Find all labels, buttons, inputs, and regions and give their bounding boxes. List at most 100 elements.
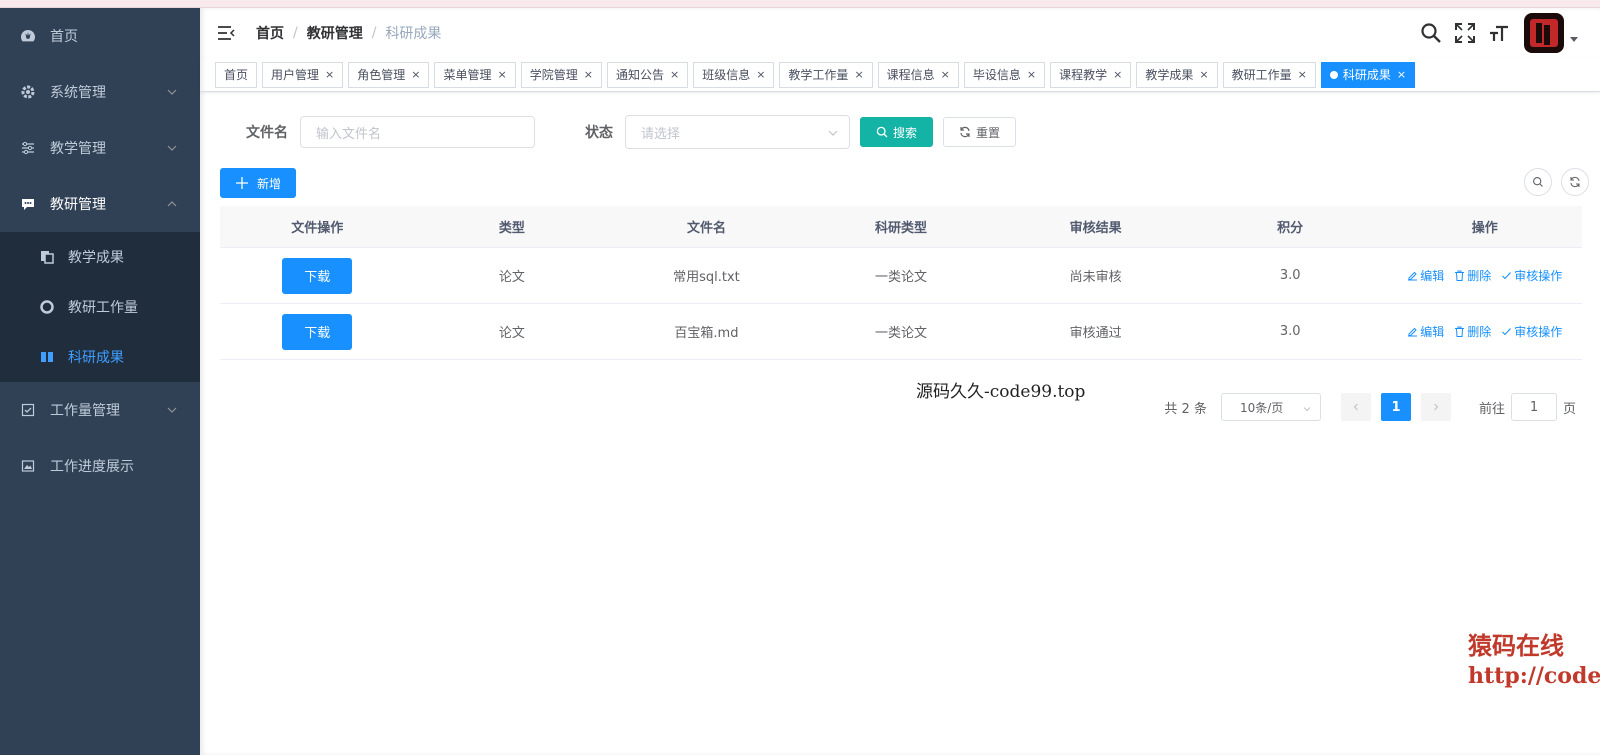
caret-down-icon[interactable] [1570,36,1578,42]
add-button[interactable]: 新增 [220,168,297,198]
tag-home[interactable]: 首页 [215,61,258,88]
table-row: 下载 论文 百宝箱.md 一类论文 审核通过 3.0 编辑 删除 审核操作 [220,304,1582,360]
avatar[interactable] [1524,13,1564,53]
edit-icon [1407,326,1418,337]
tag-user-management[interactable]: 用户管理 × [262,61,344,88]
image-icon [20,458,36,474]
next-page-button[interactable] [1420,393,1451,421]
sidebar-item-teaching[interactable]: 教学管理 [0,120,200,176]
refresh-table-button[interactable] [1561,168,1589,196]
watermark-center: 源码久久-code99.top [916,382,1086,402]
column-header: 积分 [1277,221,1304,236]
review-button[interactable]: 审核操作 [1501,267,1562,284]
watermark-corner-line1: 猿码在线 [1468,631,1564,660]
sidebar-item-label: 教学成果 [68,250,124,266]
tag-scientific-results[interactable]: 科研成果 × [1320,61,1416,88]
tag-teaching-workload[interactable]: 教学工作量 × [779,61,873,88]
tag-course-info[interactable]: 课程信息 × [877,61,959,88]
sidebar-item-progress[interactable]: 工作进度展示 [0,438,200,494]
sidebar-item-label: 工作进度展示 [50,459,134,475]
sidebar-item-label: 教研工作量 [68,300,138,316]
search-icon[interactable] [1420,22,1442,44]
sliders-icon [20,140,36,156]
font-size-icon[interactable] [1488,22,1510,44]
breadcrumb-home[interactable]: 首页 [256,23,284,43]
cell-type: 论文 [498,270,525,285]
close-icon[interactable]: × [498,68,507,81]
close-icon[interactable]: × [1027,68,1036,81]
download-button[interactable]: 下载 [282,313,353,350]
hamburger-icon[interactable] [216,23,236,43]
sidebar-item-home[interactable]: 首页 [0,8,200,64]
page-size-select[interactable]: 10条/页 [1220,393,1321,421]
dashboard-icon [20,28,36,44]
tag-notices[interactable]: 通知公告 × [606,61,689,88]
close-icon[interactable]: × [670,68,679,81]
edit-button[interactable]: 编辑 [1407,323,1444,340]
checkbox-icon [20,402,36,418]
toggle-search-button[interactable] [1524,168,1552,196]
sidebar-item-system[interactable]: 系统管理 [0,64,200,120]
delete-button[interactable]: 删除 [1454,323,1491,340]
close-icon[interactable]: × [756,68,765,81]
sidebar-item-workload[interactable]: 工作量管理 [0,382,200,438]
close-icon[interactable]: × [1298,68,1307,81]
close-icon[interactable]: × [1199,68,1208,81]
chevron-right-icon [1434,403,1439,411]
close-icon[interactable]: × [941,68,950,81]
edit-button[interactable]: 编辑 [1407,267,1444,284]
search-button[interactable]: 搜索 [860,117,934,147]
sidebar-subitem-teaching-results[interactable]: 教学成果 [0,232,200,282]
sidebar-subitem-scientific-results[interactable]: 科研成果 [0,332,200,382]
tag-role-management[interactable]: 角色管理 × [348,61,430,88]
chevron-down-icon [166,86,178,98]
close-icon[interactable]: × [325,68,334,81]
reset-button[interactable]: 重置 [943,117,1017,147]
tag-teaching-results[interactable]: 教学成果 × [1136,61,1218,88]
sidebar: 首页 系统管理 教学管理 教研管理 教学成果 教研工作量 科研成果 工作量管理 … [0,8,200,755]
table-header: 文件操作 类型 文件名 科研类型 审核结果 积分 操作 [220,206,1582,248]
tag-class-info[interactable]: 班级信息 × [693,61,775,88]
sidebar-item-label: 系统管理 [50,85,106,101]
review-button[interactable]: 审核操作 [1501,323,1562,340]
prev-page-button[interactable] [1340,393,1371,421]
fullscreen-icon[interactable] [1454,22,1476,44]
chevron-down-icon [1302,403,1312,413]
filename-input[interactable]: 输入文件名 [300,116,535,148]
sidebar-item-label: 教研管理 [50,197,106,213]
tag-thesis-info[interactable]: 毕设信息 × [963,61,1046,88]
window-top-strip [0,0,1600,8]
refresh-icon [1570,176,1580,188]
goto-page-input[interactable]: 1 [1510,393,1557,421]
page-content: 文件名 输入文件名 状态 请选择 搜索 重置 新增 文件操作 类型 文件名 科研… [200,92,1600,380]
close-icon[interactable]: × [854,68,863,81]
delete-button[interactable]: 删除 [1454,267,1491,284]
cell-filename: 百宝箱.md [674,326,739,341]
sidebar-item-label: 科研成果 [68,350,124,366]
status-select[interactable]: 请选择 [625,115,850,149]
page-jumper: 前往 1 页 [1479,393,1576,421]
sidebar-subitem-research-workload[interactable]: 教研工作量 [0,282,200,332]
watermark-corner: 猿码在线 http://code51.cn [1468,626,1600,689]
tag-research-workload[interactable]: 教研工作量 × [1222,61,1316,88]
cell-research-type: 一类论文 [875,270,928,285]
cell-score: 3.0 [1279,268,1301,283]
close-icon[interactable]: × [584,68,593,81]
breadcrumb-research[interactable]: 教研管理 [307,23,363,43]
tag-menu-management[interactable]: 菜单管理 × [434,61,516,88]
status-label: 状态 [585,125,613,141]
refresh-icon [959,126,971,138]
tag-college-management[interactable]: 学院管理 × [520,61,602,88]
close-icon[interactable]: × [411,68,420,81]
column-header: 科研类型 [875,221,928,236]
sidebar-item-research[interactable]: 教研管理 [0,176,200,232]
cell-review-result: 尚未审核 [1069,270,1122,285]
close-icon[interactable]: × [1397,68,1406,81]
message-icon [20,196,36,212]
table-row: 下载 论文 常用sql.txt 一类论文 尚未审核 3.0 编辑 删除 审核操作 [220,248,1582,304]
page-number-1[interactable]: 1 [1380,393,1411,421]
trash-icon [1454,270,1465,281]
close-icon[interactable]: × [1113,68,1122,81]
tag-course-teaching[interactable]: 课程教学 × [1050,61,1132,88]
download-button[interactable]: 下载 [282,257,353,294]
